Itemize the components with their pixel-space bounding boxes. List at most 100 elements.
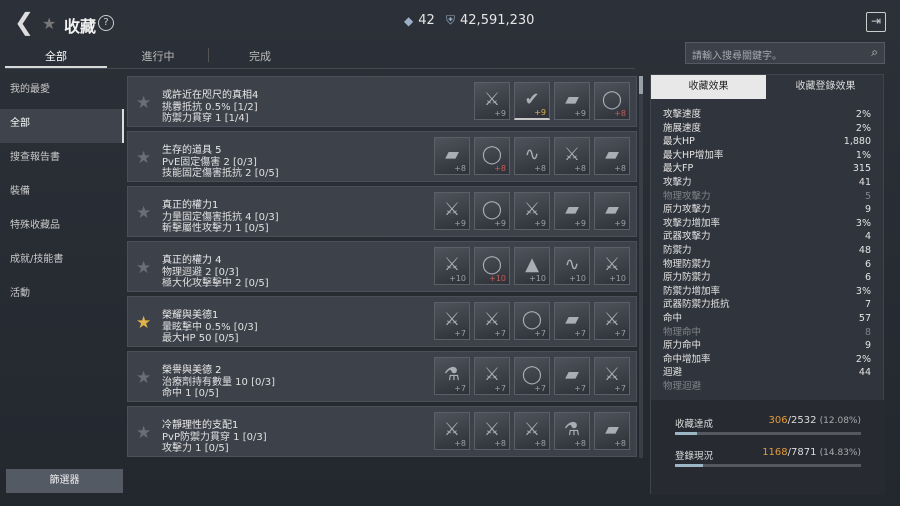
favorite-star-icon[interactable]: ★ (136, 258, 151, 278)
collection-row[interactable]: ★ 榮耀與美德1 暈眩擊中 0.5% [0/3] 最大HP 50 [0/5] ⚔ +7 ⚔ +… (127, 296, 637, 347)
progress-total: /7871 (787, 447, 817, 458)
item-slot[interactable]: ✔ +9 (514, 82, 550, 120)
help-icon[interactable]: ? (98, 15, 114, 31)
search-input[interactable]: 請輸入搜尋關鍵字。 ⌕ (685, 42, 885, 64)
item-slot[interactable]: ◯ +8 (474, 137, 510, 175)
item-slot[interactable]: ⚔ +7 (474, 302, 510, 340)
item-slot[interactable]: ▰ +7 (554, 302, 590, 340)
list-scrollbar[interactable] (639, 76, 643, 458)
item-icon: ⚔ (483, 89, 501, 110)
collection-row[interactable]: ★ 榮譽與美德 2 治療劑持有數量 10 [0/3] 命中 1 [0/5] ⚗ +7 ⚔ +7… (127, 351, 637, 402)
item-slot[interactable]: ◯ +9 (474, 192, 510, 230)
item-slot[interactable]: ∿ +8 (514, 137, 550, 175)
item-level: +8 (614, 439, 626, 448)
exit-icon[interactable]: ⇥ (866, 12, 886, 32)
item-slot[interactable]: ⚔ +8 (514, 412, 550, 450)
stats-list[interactable]: 攻擊速度 2% 施展速度 2% 最大HP 1,880 最大HP增加率 1% 最大FP 315 攻擊力… (663, 108, 871, 395)
sidebar-item-all[interactable]: 全部 (0, 109, 124, 143)
effects-panel: 收藏效果 收藏登錄效果 攻擊速度 2% 施展速度 2% 最大HP 1,880 最大HP增加率… (650, 74, 885, 495)
item-icon: ⚔ (443, 419, 461, 440)
progress-fill (675, 432, 698, 435)
item-slot[interactable]: ▰ +9 (554, 82, 590, 120)
favorite-star-icon[interactable]: ★ (136, 423, 151, 443)
progress-current: 306 (768, 415, 788, 426)
item-icon: ⚔ (483, 309, 501, 330)
sidebar-item-equipment[interactable]: 裝備 (0, 177, 124, 211)
item-slot[interactable]: ▰ +8 (434, 137, 470, 175)
favorite-star-icon[interactable]: ★ (136, 313, 151, 333)
item-icon: ⚔ (563, 144, 581, 165)
item-icon: ▰ (605, 419, 619, 440)
tab-all[interactable]: 全部 (5, 48, 107, 64)
favorite-star-icon[interactable]: ★ (136, 93, 151, 113)
item-slot[interactable]: ⚗ +8 (554, 412, 590, 450)
favorite-star-icon[interactable]: ★ (136, 148, 151, 168)
filter-button[interactable]: 篩選器 (6, 469, 123, 493)
currency-gem-value: 42 (418, 13, 435, 28)
item-slot[interactable]: ▰ +7 (554, 357, 590, 395)
stat-value: 3% (855, 285, 871, 297)
item-slot[interactable]: ▲ +10 (514, 247, 550, 285)
item-slot[interactable]: ◯ +10 (474, 247, 510, 285)
item-slot[interactable]: ∿ +10 (554, 247, 590, 285)
favorite-star-icon[interactable]: ★ (136, 203, 151, 223)
collection-row[interactable]: ★ 或許近在咫尺的真相4 挑釁抵抗 0.5% [1/2] 防禦力貫穿 1 [1/4] ⚔… (127, 76, 637, 127)
item-slot[interactable]: ⚔ +9 (434, 192, 470, 230)
stat-name: 防禦力 (663, 244, 692, 256)
item-slots: ⚗ +7 ⚔ +7 ◯ +7 ▰ +7 ⚔ +7 (434, 357, 630, 395)
stat-name: 物理攻擊力 (663, 190, 711, 202)
search-placeholder: 請輸入搜尋關鍵字。 (692, 51, 782, 62)
scrollbar-thumb[interactable] (639, 76, 643, 94)
collection-row[interactable]: ★ 冷靜理性的支配1 PvP防禦力貫穿 1 [0/3] 攻擊力 1 [0/5] ⚔ +8 ⚔… (127, 406, 637, 457)
tab-registration-effects[interactable]: 收藏登錄效果 (766, 75, 885, 99)
item-icon: ◯ (481, 199, 503, 220)
item-slot[interactable]: ⚔ +9 (514, 192, 550, 230)
item-slot[interactable]: ◯ +8 (594, 82, 630, 120)
collection-row[interactable]: ★ 真正的權力1 力量固定傷害抵抗 4 [0/3] 斬擊屬性攻擊力 1 [0/5] ⚔ +… (127, 186, 637, 237)
item-slot[interactable]: ⚔ +7 (594, 302, 630, 340)
item-slot[interactable]: ⚔ +10 (434, 247, 470, 285)
sidebar-item-events[interactable]: 活動 (0, 279, 124, 313)
sidebar-item-special[interactable]: 特殊收藏品 (0, 211, 124, 245)
item-slot[interactable]: ⚗ +7 (434, 357, 470, 395)
item-icon: ⚔ (443, 309, 461, 330)
back-arrow-icon[interactable]: ❮ (14, 10, 36, 34)
stat-row: 防禦力 48 (663, 244, 871, 258)
item-icon: ▰ (445, 144, 459, 165)
item-slot[interactable]: ▰ +8 (594, 137, 630, 175)
stat-row: 施展速度 2% (663, 122, 871, 136)
item-slot[interactable]: ◯ +7 (514, 302, 550, 340)
sidebar-item-achievements[interactable]: 成就/技能書 (0, 245, 124, 279)
favorite-star-icon[interactable]: ★ (136, 368, 151, 388)
item-slot[interactable]: ⚔ +10 (594, 247, 630, 285)
collection-row[interactable]: ★ 真正的權力 4 物理迴避 2 [0/3] 極大化攻擊擊中 2 [0/5] ⚔ +10 ◯… (127, 241, 637, 292)
tab-collection-effects[interactable]: 收藏效果 (651, 75, 766, 99)
item-slot[interactable]: ⚔ +7 (594, 357, 630, 395)
item-slot[interactable]: ⚔ +7 (434, 302, 470, 340)
collection-row[interactable]: ★ 生存的道具 5 PvE固定傷害 2 [0/3] 技能固定傷害抵抗 2 [0/5] ▰… (127, 131, 637, 182)
item-level: +9 (574, 109, 586, 118)
item-icon: ⚔ (483, 364, 501, 385)
item-slot[interactable]: ⚔ +9 (474, 82, 510, 120)
stat-name: 攻擊力增加率 (663, 217, 721, 229)
item-level: +7 (614, 329, 626, 338)
stat-name: 攻擊力 (663, 176, 692, 188)
item-slot[interactable]: ▰ +9 (554, 192, 590, 230)
item-slot[interactable]: ▰ +9 (594, 192, 630, 230)
item-slot[interactable]: ⚔ +7 (474, 357, 510, 395)
item-slot[interactable]: ◯ +7 (514, 357, 550, 395)
sidebar-item-favorites[interactable]: 我的最愛 (0, 75, 124, 109)
item-slot[interactable]: ⚔ +8 (434, 412, 470, 450)
search-icon[interactable]: ⌕ (871, 45, 878, 60)
tab-in-progress[interactable]: 進行中 (110, 48, 206, 64)
star-icon[interactable]: ★ (42, 14, 56, 33)
tab-complete[interactable]: 完成 (212, 48, 308, 64)
item-level: +9 (454, 219, 466, 228)
item-level: +10 (569, 274, 586, 283)
item-slot[interactable]: ⚔ +8 (554, 137, 590, 175)
item-icon: ◯ (521, 364, 543, 385)
sidebar-item-reports[interactable]: 搜查報告書 (0, 143, 124, 177)
stat-name: 物理防禦力 (663, 258, 711, 270)
item-slot[interactable]: ▰ +8 (594, 412, 630, 450)
item-slot[interactable]: ⚔ +8 (474, 412, 510, 450)
